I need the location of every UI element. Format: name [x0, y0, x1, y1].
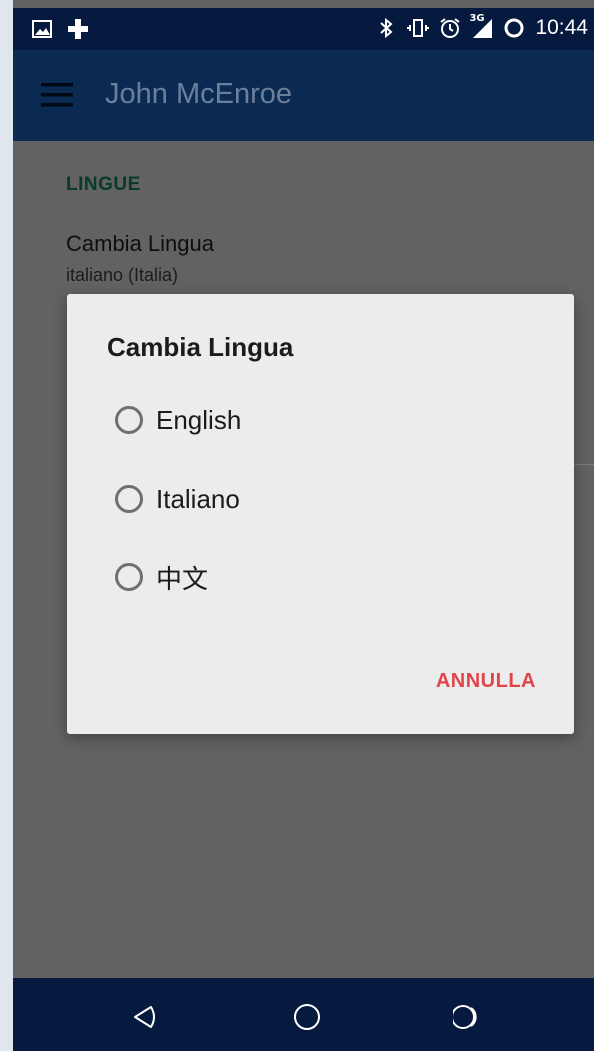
alarm-icon: [439, 17, 461, 39]
network-type-label: 3G: [469, 13, 485, 24]
radio-button[interactable]: [115, 406, 143, 434]
battery-ring-icon: [503, 17, 525, 39]
radio-button[interactable]: [115, 563, 143, 591]
health-cross-icon: [67, 18, 89, 40]
language-option-english[interactable]: English: [115, 400, 241, 440]
hamburger-menu-icon[interactable]: [41, 83, 73, 107]
language-preference-title[interactable]: Cambia Lingua: [66, 231, 214, 257]
bluetooth-icon: [375, 17, 397, 39]
vibrate-icon: [407, 17, 430, 39]
image-notification-icon: [31, 18, 53, 40]
dialog-title: Cambia Lingua: [107, 332, 294, 362]
phone-screen: 3G 10:44 John McEnroe LINGUE Cambia Ling…: [13, 0, 594, 1051]
change-language-dialog: Cambia Lingua English Italiano 中文 ANNULL…: [67, 294, 574, 734]
status-bar: 3G 10:44: [13, 8, 594, 50]
home-icon[interactable]: [292, 1002, 322, 1032]
language-option-chinese[interactable]: 中文: [115, 557, 208, 597]
recents-icon[interactable]: [453, 1002, 483, 1032]
radio-button[interactable]: [115, 485, 143, 513]
app-title: John McEnroe: [105, 78, 292, 110]
section-header-languages: LINGUE: [66, 174, 141, 195]
app-bar: John McEnroe: [13, 50, 594, 141]
option-label: Italiano: [156, 483, 240, 514]
back-icon[interactable]: [131, 1002, 161, 1032]
signal-icon: 3G: [469, 13, 493, 39]
status-time: 10:44: [535, 16, 588, 39]
option-label: English: [156, 404, 242, 435]
cancel-button[interactable]: ANNULLA: [436, 670, 536, 693]
navigation-bar: [13, 978, 594, 1051]
option-label: 中文: [156, 563, 209, 594]
language-preference-summary: italiano (Italia): [66, 265, 179, 285]
language-option-italiano[interactable]: Italiano: [115, 479, 240, 519]
